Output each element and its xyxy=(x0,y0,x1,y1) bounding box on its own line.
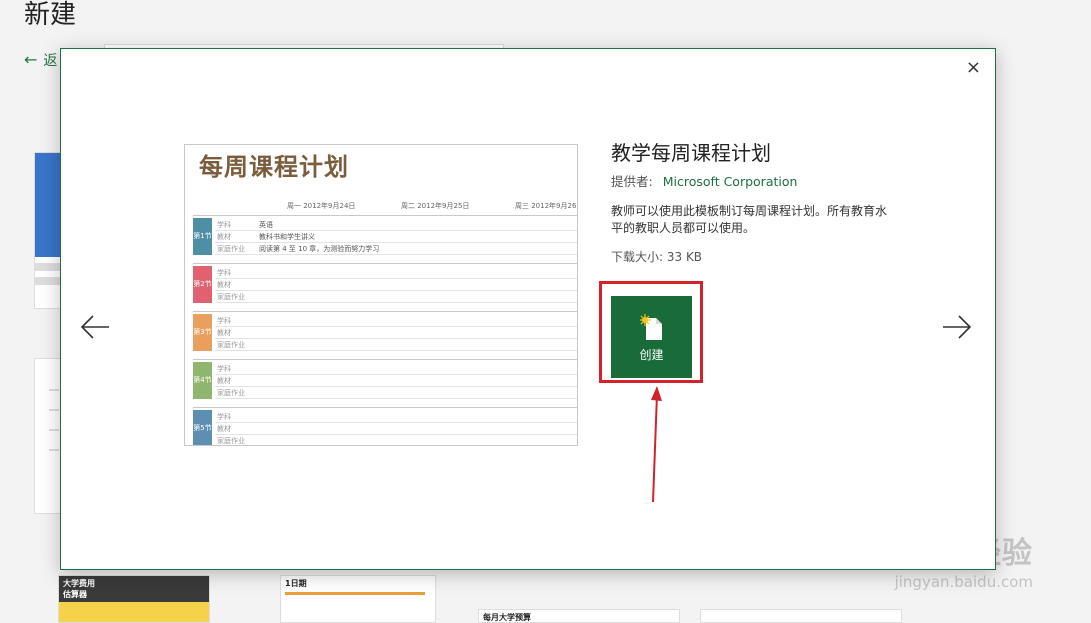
period-line-label: 教材 xyxy=(217,425,231,433)
period-divider xyxy=(215,422,577,423)
highlight-box xyxy=(599,281,703,383)
period-line-label: 家庭作业 xyxy=(217,341,245,349)
period-block: 第4节 学科教材家庭作业 xyxy=(193,359,577,407)
period-divider xyxy=(215,434,577,435)
download-size: 下载大小: 33 KB xyxy=(611,250,703,264)
period-divider xyxy=(215,386,577,387)
bottom-template-card[interactable]: 大学费用 估算器 xyxy=(58,575,210,623)
close-icon[interactable]: × xyxy=(966,57,981,78)
back-link[interactable]: ← 返 xyxy=(24,50,57,70)
arrow-right-icon[interactable] xyxy=(941,311,977,351)
bg-template-card[interactable] xyxy=(34,358,62,514)
period-divider xyxy=(215,398,577,399)
card-label: 大学费用 估算器 xyxy=(63,579,95,599)
period-line-value: 英语 xyxy=(259,221,273,229)
period-line-label: 家庭作业 xyxy=(217,389,245,397)
provider-label: 提供者: xyxy=(611,174,653,189)
period-divider xyxy=(215,254,577,255)
period-line-label: 学科 xyxy=(217,269,231,277)
period-block: 第2节 学科教材家庭作业 xyxy=(193,263,577,311)
period-divider xyxy=(215,338,577,339)
back-label: 返 xyxy=(43,53,58,69)
period-line-label: 教材 xyxy=(217,329,231,337)
period-divider xyxy=(215,374,577,375)
period-divider xyxy=(215,326,577,327)
period-divider xyxy=(215,290,577,291)
period-line-label: 教材 xyxy=(217,281,231,289)
bottom-template-card[interactable]: 1日期 xyxy=(280,575,436,623)
preview-title: 每周课程计划 xyxy=(199,153,349,181)
period-divider xyxy=(215,350,577,351)
period-tag: 第2节 xyxy=(193,266,212,303)
template-preview: 每周课程计划 周一 2012年9月24日 周二 2012年9月25日 周三 20… xyxy=(184,144,578,446)
preview-periods: 第1节 学科 英语 教材 教科书和学生讲义 家庭作业 阅读第 4 至 10 章，为测验而努力… xyxy=(193,215,577,445)
period-block: 第1节 学科 英语教材 教科书和学生讲义家庭作业 阅读第 4 至 10 章，为测验而努力… xyxy=(193,215,577,263)
template-description: 教师可以使用此模板制订每周课程计划。所有教育水平的教职人员都可以使用。 xyxy=(611,204,888,235)
period-block: 第3节 学科教材家庭作业 xyxy=(193,311,577,359)
period-tag: 第4节 xyxy=(193,362,212,399)
period-line-label: 家庭作业 xyxy=(217,245,245,253)
period-line-label: 教材 xyxy=(217,377,231,385)
period-line-label: 学科 xyxy=(217,365,231,373)
bg-template-card[interactable] xyxy=(34,152,62,309)
period-divider xyxy=(215,278,577,279)
preview-days: 周一 2012年9月24日 周二 2012年9月25日 周三 2012年9月26… xyxy=(185,201,577,215)
bottom-template-card[interactable]: 每月大学预算 xyxy=(478,609,680,623)
bottom-template-card[interactable] xyxy=(700,609,902,623)
template-dialog: × 每周课程计划 周一 2012年9月24日 周二 2012年9月25日 周三 … xyxy=(60,48,996,570)
page-title: 新建 xyxy=(24,0,77,30)
provider-row: 提供者: Microsoft Corporation xyxy=(611,171,797,190)
period-line-value: 阅读第 4 至 10 章，为测验而努力学习 xyxy=(259,245,380,253)
day-header: 周一 2012年9月24日 xyxy=(287,202,356,210)
back-arrow-icon: ← xyxy=(24,50,38,69)
period-divider xyxy=(215,242,577,243)
arrow-left-icon[interactable] xyxy=(79,311,115,351)
period-line-label: 学科 xyxy=(217,317,231,325)
period-line: 家庭作业 xyxy=(217,436,259,445)
template-title: 教学每周课程计划 xyxy=(611,141,771,165)
period-line-label: 家庭作业 xyxy=(217,293,245,301)
period-divider xyxy=(215,302,577,303)
period-line-label: 学科 xyxy=(217,413,231,421)
watermark-url: jingyan.baidu.com xyxy=(894,573,1033,591)
period-line-label: 学科 xyxy=(217,221,231,229)
period-line-label: 教材 xyxy=(217,233,231,241)
day-header: 周三 2012年9月26日 xyxy=(515,202,578,210)
period-divider xyxy=(215,230,577,231)
card-label: 1日期 xyxy=(285,579,307,588)
day-header: 周二 2012年9月25日 xyxy=(401,202,470,210)
card-label: 每月大学预算 xyxy=(483,613,531,622)
annotation-arrow-icon xyxy=(651,386,662,503)
period-tag: 第3节 xyxy=(193,314,212,351)
provider-name: Microsoft Corporation xyxy=(662,174,798,189)
period-line-label: 家庭作业 xyxy=(217,437,245,445)
period-tag: 第5节 xyxy=(193,410,212,445)
period-tag: 第1节 xyxy=(193,218,212,255)
period-line-value: 教科书和学生讲义 xyxy=(259,233,315,241)
period-block: 第5节 学科教材家庭作业 xyxy=(193,407,577,445)
